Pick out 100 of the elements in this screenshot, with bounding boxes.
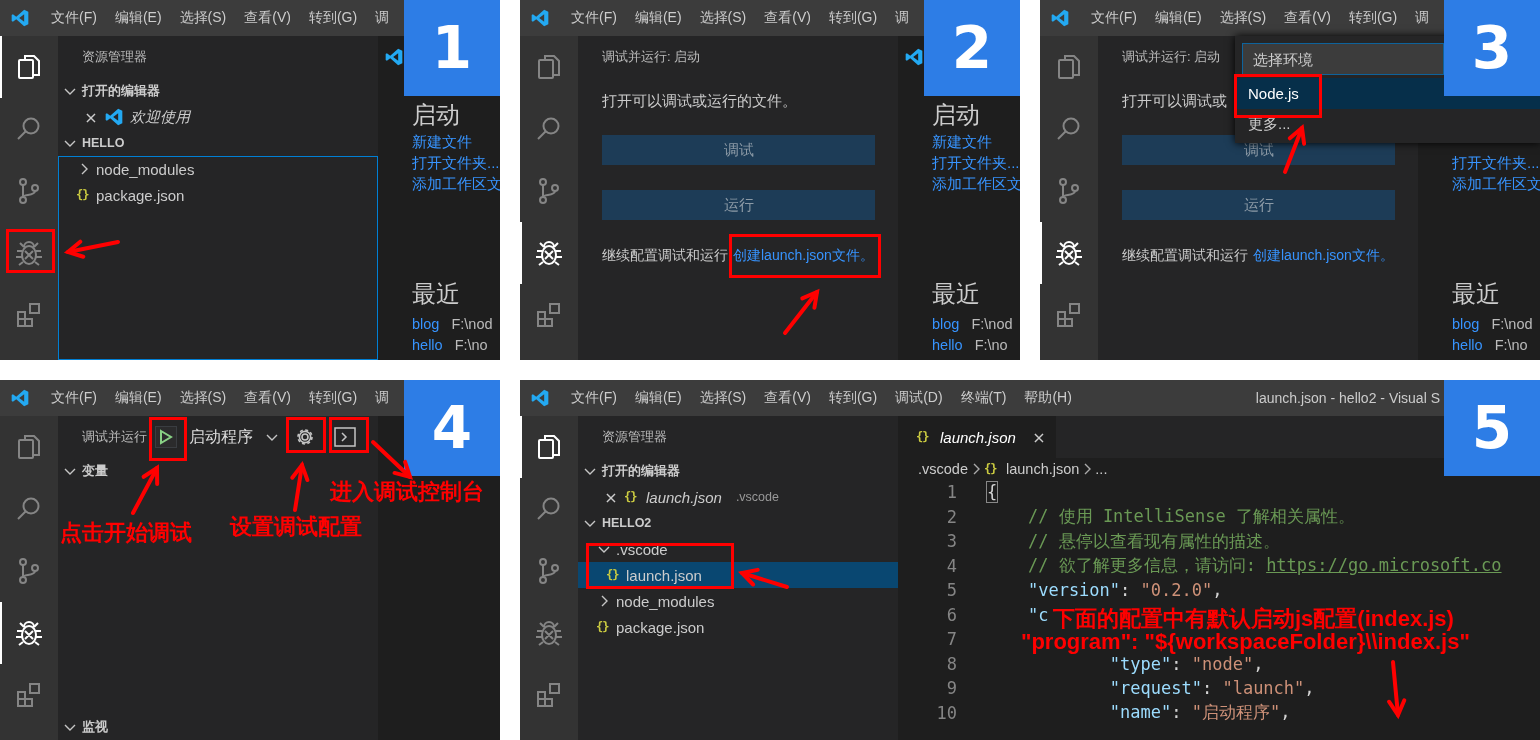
- menu-item[interactable]: 编辑(E): [1154, 9, 1202, 27]
- menu-item[interactable]: 转到(G): [828, 389, 878, 407]
- menu-item[interactable]: 转到(G): [828, 9, 878, 27]
- logo-icon: [1050, 8, 1070, 28]
- bug-icon: [1054, 238, 1084, 268]
- menu-item[interactable]: 文件(F): [571, 389, 617, 407]
- open-editor-item[interactable]: × {} launch.json .vscode: [578, 484, 898, 510]
- menu-item[interactable]: 调: [375, 389, 390, 407]
- view-title: 调试并运行: [82, 428, 147, 446]
- json-file-icon: {}: [606, 568, 622, 582]
- settings-icon: [294, 426, 316, 448]
- link[interactable]: 新建文件: [412, 131, 500, 152]
- code-line: // 悬停以查看现有属性的描述。: [1026, 529, 1280, 553]
- close-button[interactable]: ×: [604, 487, 618, 507]
- step-badge: 2: [924, 0, 1020, 96]
- close-button[interactable]: ×: [1031, 427, 1046, 447]
- menu-item[interactable]: 编辑(E): [114, 389, 162, 407]
- section-heading: 启动: [412, 101, 460, 128]
- annotation-arrow: [371, 440, 414, 480]
- menu-item[interactable]: 文件(F): [1091, 9, 1137, 27]
- recent-link[interactable]: hello: [412, 335, 443, 356]
- tree-item[interactable]: .vscode: [578, 536, 898, 562]
- menu-item[interactable]: 调试(D): [895, 389, 943, 407]
- recent-link[interactable]: blog: [412, 314, 440, 335]
- link[interactable]: 新建文件: [932, 131, 1020, 152]
- settings-button[interactable]: [294, 426, 316, 448]
- menu-item[interactable]: 帮助(H): [1024, 389, 1072, 407]
- open-editor-item[interactable]: × 欢迎使用: [58, 104, 378, 130]
- search-field[interactable]: 选择环境: [1242, 43, 1444, 75]
- section-header[interactable]: 监视: [58, 714, 378, 740]
- menu-item[interactable]: 终端(T): [960, 389, 1007, 407]
- run-button[interactable]: 运行: [602, 190, 875, 220]
- start-debug-button[interactable]: [155, 426, 177, 448]
- json-file-icon: {}: [984, 462, 1000, 476]
- menu-item[interactable]: 调: [1415, 9, 1430, 27]
- recent-link[interactable]: blog: [1452, 314, 1480, 335]
- link[interactable]: 打开文件夹...: [1452, 152, 1540, 173]
- editor-tab[interactable]: [378, 36, 404, 78]
- tree-item[interactable]: {} package.json: [58, 182, 378, 208]
- run-button[interactable]: 运行: [1122, 190, 1395, 220]
- menu-item[interactable]: 选择(S): [1219, 9, 1267, 27]
- create-launch-link[interactable]: 创建launch.json文件。: [733, 247, 874, 263]
- section-header[interactable]: 打开的编辑器: [58, 78, 378, 104]
- tree-item[interactable]: node_modules: [58, 156, 378, 182]
- code-line: // 欲了解更多信息，请访问: https://go.microsoft.co: [1026, 554, 1502, 578]
- menu-item[interactable]: 选择(S): [699, 389, 747, 407]
- debug-console-button[interactable]: [334, 427, 356, 447]
- section-header[interactable]: 打开的编辑器: [578, 458, 898, 484]
- editor-tab[interactable]: {} launch.json ×: [898, 416, 1056, 458]
- menu-item[interactable]: 编辑(E): [114, 9, 162, 27]
- menu-item[interactable]: 选择(S): [179, 389, 227, 407]
- menu-item[interactable]: 文件(F): [51, 9, 97, 27]
- recent-path: F:\nod: [1491, 315, 1533, 334]
- breadcrumb-item[interactable]: {} launch.json: [984, 461, 1080, 477]
- configuration-dropdown[interactable]: 启动程序: [189, 426, 280, 448]
- folder-path: .vscode: [735, 490, 779, 504]
- recent-path: F:\no: [454, 336, 488, 355]
- recent-path: F:\nod: [451, 315, 493, 334]
- menu-item[interactable]: 查看(V): [764, 9, 811, 27]
- recent-link[interactable]: hello: [932, 335, 963, 356]
- bug-icon: [534, 238, 564, 268]
- line-number: 5: [945, 580, 957, 601]
- annotation-arrow: [738, 567, 789, 589]
- tree-item[interactable]: {} launch.json: [578, 562, 898, 588]
- create-launch-link[interactable]: 创建launch.json文件。: [1253, 247, 1394, 263]
- tree-item[interactable]: {} package.json: [578, 614, 898, 640]
- breadcrumb-item[interactable]: .vscode: [918, 461, 968, 477]
- menu-item[interactable]: 文件(F): [51, 389, 97, 407]
- link[interactable]: https://go.microsoft.co: [1266, 555, 1502, 576]
- menu-item[interactable]: 查看(V): [1284, 9, 1331, 27]
- editor-logo-icon: [104, 107, 124, 127]
- link[interactable]: 打开文件夹...: [932, 152, 1020, 173]
- section-header[interactable]: HELLO: [58, 130, 378, 156]
- menu-item[interactable]: 转到(G): [308, 389, 358, 407]
- menu-item[interactable]: 查看(V): [244, 389, 291, 407]
- menu-item[interactable]: 查看(V): [764, 389, 811, 407]
- section-header[interactable]: HELLO2: [578, 510, 898, 536]
- view-title: 资源管理器: [602, 428, 667, 446]
- close-button[interactable]: ×: [84, 107, 98, 127]
- menu-item[interactable]: 编辑(E): [634, 389, 682, 407]
- menu-item[interactable]: 调: [895, 9, 910, 27]
- annotation-text: 点击开始调试: [60, 520, 192, 546]
- recent-link[interactable]: hello: [1452, 335, 1483, 356]
- code-line: "name": "启动程序",: [1108, 701, 1291, 725]
- menu-item[interactable]: 选择(S): [179, 9, 227, 27]
- menu-item[interactable]: 编辑(E): [634, 9, 682, 27]
- breadcrumb-item[interactable]: ...: [1095, 461, 1108, 477]
- highlight-frame: [286, 417, 326, 453]
- menu-item[interactable]: 转到(G): [1348, 9, 1398, 27]
- editor-tab[interactable]: [898, 36, 924, 78]
- recent-link[interactable]: blog: [932, 314, 960, 335]
- menu-item[interactable]: 文件(F): [571, 9, 617, 27]
- menu-item[interactable]: 查看(V): [244, 9, 291, 27]
- menu-item[interactable]: 选择(S): [699, 9, 747, 27]
- annotation-arrow: [290, 460, 310, 512]
- menu-item[interactable]: 调: [375, 9, 390, 27]
- debug-button[interactable]: 调试: [602, 135, 875, 165]
- tree-item[interactable]: node_modules: [578, 588, 898, 614]
- link[interactable]: 打开文件夹...: [412, 152, 500, 173]
- menu-item[interactable]: 转到(G): [308, 9, 358, 27]
